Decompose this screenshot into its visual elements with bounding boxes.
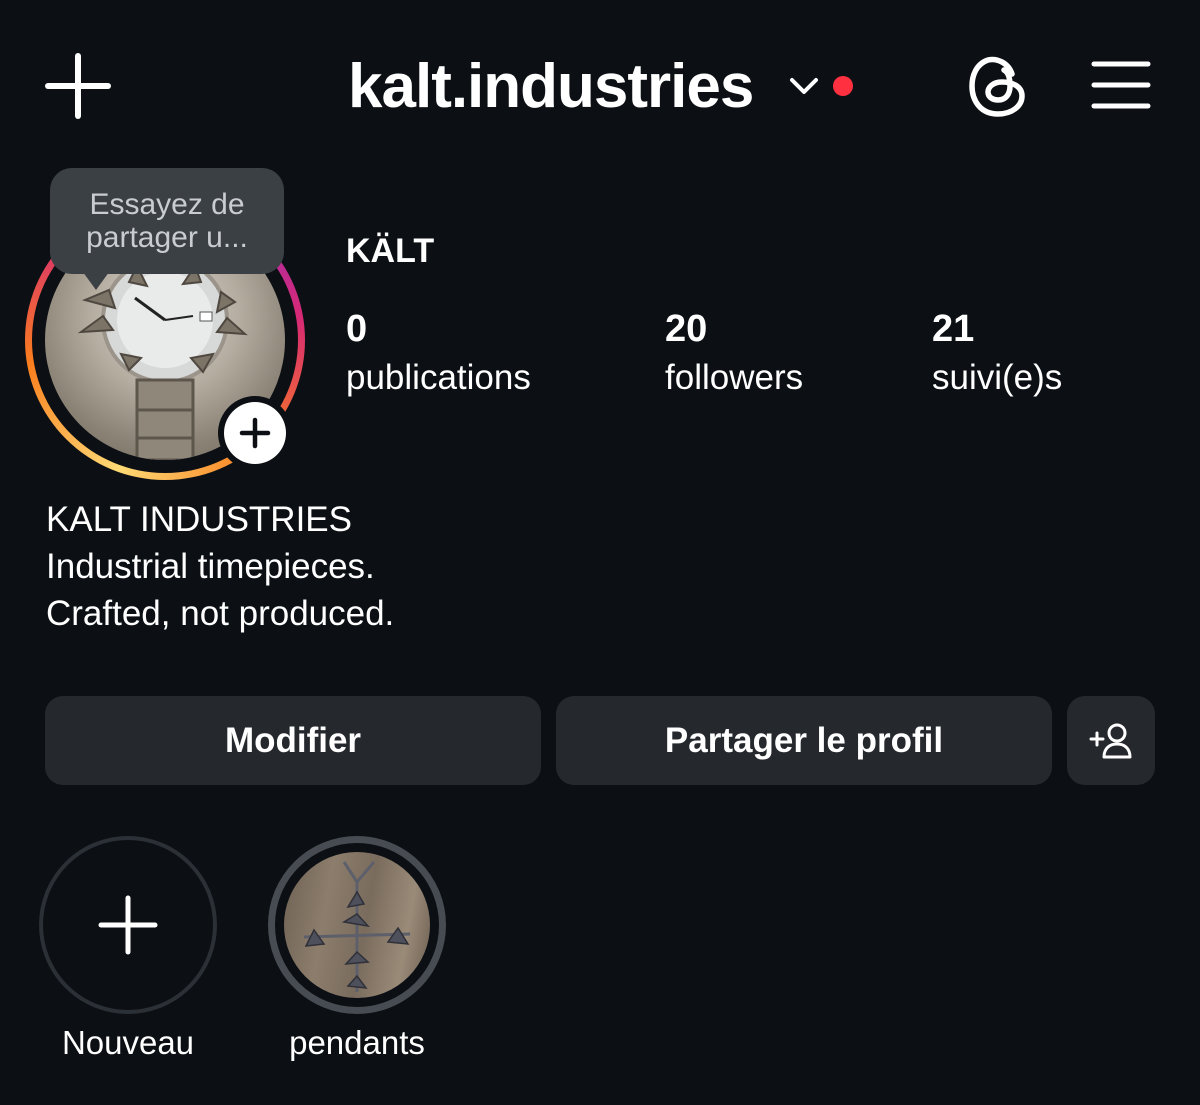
tooltip-line-1: Essayez de	[89, 188, 245, 221]
menu-button[interactable]	[1090, 58, 1152, 112]
threads-icon	[969, 56, 1025, 117]
add-story-button[interactable]	[218, 396, 292, 470]
edit-profile-button[interactable]: Modifier	[45, 696, 541, 785]
following-label[interactable]: suivi(e)s	[932, 358, 1062, 398]
bio-line-1: KALT INDUSTRIES	[46, 500, 352, 539]
chevron-down-icon[interactable]	[788, 74, 820, 98]
plus-icon	[45, 53, 111, 119]
plus-icon	[239, 417, 271, 449]
bio-line-2: Industrial timepieces.	[46, 547, 375, 586]
new-highlight-label[interactable]: Nouveau	[18, 1024, 238, 1062]
share-profile-label: Partager le profil	[664, 720, 944, 760]
threads-button[interactable]	[966, 52, 1030, 120]
edit-profile-label: Modifier	[224, 720, 362, 760]
hamburger-menu-icon	[1091, 61, 1151, 109]
followers-label[interactable]: followers	[665, 358, 803, 398]
posts-label[interactable]: publications	[346, 358, 531, 398]
highlight-pendants[interactable]	[268, 836, 446, 1014]
username-title[interactable]: kalt.industries	[348, 52, 754, 122]
discover-people-button[interactable]	[1067, 696, 1155, 785]
notification-dot	[833, 76, 853, 96]
following-count[interactable]: 21	[932, 308, 974, 351]
share-profile-button[interactable]: Partager le profil	[556, 696, 1052, 785]
tooltip-line-2: partager u...	[86, 221, 248, 254]
highlight-pendants-label[interactable]: pendants	[247, 1024, 467, 1062]
plus-icon	[98, 895, 158, 955]
display-name: KÄLT	[346, 232, 435, 270]
new-highlight-button[interactable]	[39, 836, 217, 1014]
add-person-icon	[1089, 723, 1132, 758]
followers-count[interactable]: 20	[665, 308, 707, 351]
share-hint-tooltip[interactable]: Essayez de partager u...	[50, 168, 284, 274]
create-button[interactable]	[40, 48, 116, 124]
highlight-pendants-cover	[284, 852, 430, 998]
bio-line-3: Crafted, not produced.	[46, 594, 395, 633]
posts-count[interactable]: 0	[346, 308, 367, 351]
